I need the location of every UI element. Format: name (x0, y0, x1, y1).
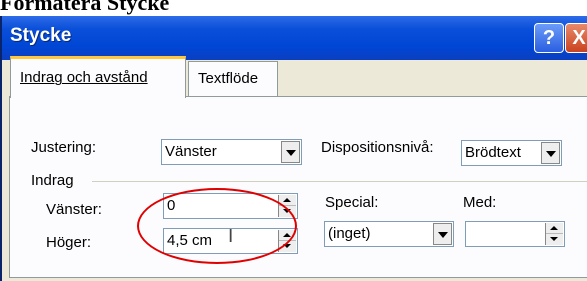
spin-down-icon[interactable] (546, 234, 563, 245)
close-button[interactable]: X (565, 23, 587, 53)
window-title: Stycke (10, 25, 72, 46)
tab-panel (9, 96, 587, 278)
med-label: Med: (463, 194, 497, 211)
spin-up-icon[interactable] (279, 230, 296, 241)
chevron-down-icon[interactable] (281, 141, 300, 163)
dispositionsniva-label: Dispositionsnivå: (321, 139, 434, 156)
vanster-spinner[interactable] (278, 195, 296, 217)
tab-textflode[interactable]: Textflöde (188, 61, 278, 97)
tab-indrag-och-avstand[interactable]: Indrag och avstånd (10, 56, 186, 98)
text-cursor-icon: I (228, 226, 234, 247)
spin-down-icon[interactable] (279, 206, 296, 217)
med-field[interactable] (465, 221, 565, 247)
spin-down-icon[interactable] (279, 241, 296, 252)
help-button[interactable]: ? (534, 23, 564, 53)
special-select[interactable]: (inget) (324, 221, 454, 247)
justering-select[interactable]: Vänster (161, 139, 302, 165)
vanster-value: 0 (167, 197, 176, 214)
group-divider (92, 181, 587, 182)
dispositionsniva-select[interactable]: Brödtext (461, 140, 562, 166)
hoger-value: 4,5 cm (167, 232, 213, 249)
tab-label: Indrag och avstånd (20, 69, 148, 86)
chevron-down-icon[interactable] (541, 142, 560, 164)
special-label: Special: (325, 194, 379, 211)
justering-label: Justering: (31, 139, 97, 156)
dispositionsniva-value: Brödtext (465, 144, 521, 161)
outer-page-title: Formatera Stycke (0, 0, 170, 15)
title-bar[interactable]: Stycke ? X (2, 16, 587, 60)
hoger-label: Höger: (46, 234, 92, 251)
spin-up-icon[interactable] (546, 223, 563, 234)
question-mark-icon: ? (542, 27, 556, 49)
med-spinner[interactable] (545, 223, 563, 245)
close-icon: X (572, 27, 586, 49)
tab-label: Textflöde (198, 70, 259, 87)
chevron-down-icon[interactable] (433, 223, 452, 245)
vanster-field[interactable]: 0 (163, 193, 298, 219)
special-value: (inget) (328, 225, 371, 242)
justering-value: Vänster (165, 143, 217, 160)
hoger-spinner[interactable] (278, 230, 296, 252)
spin-up-icon[interactable] (279, 195, 296, 206)
indrag-group-label: Indrag (31, 172, 74, 189)
vanster-label: Vänster: (46, 201, 102, 218)
